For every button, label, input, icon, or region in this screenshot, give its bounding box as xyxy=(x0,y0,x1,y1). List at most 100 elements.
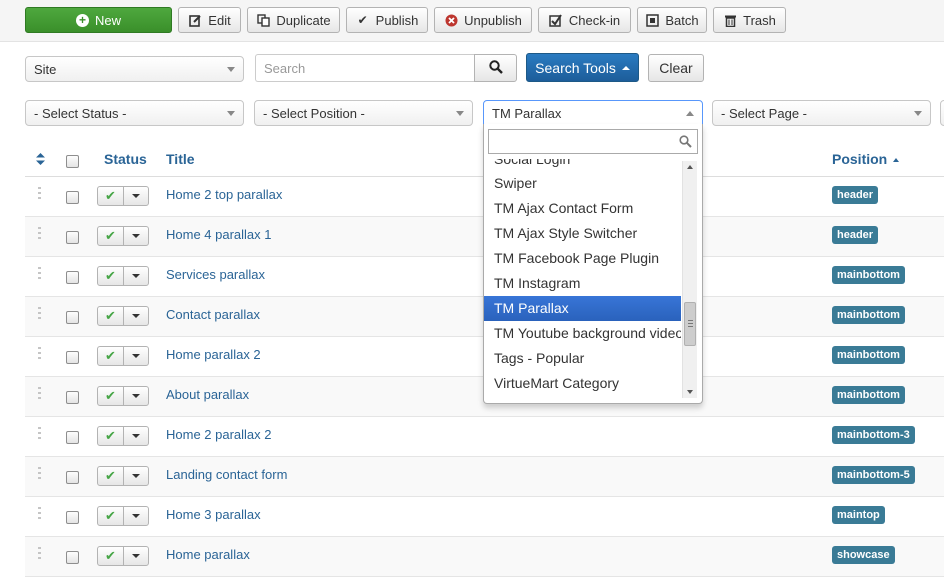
row-checkbox[interactable] xyxy=(66,191,79,204)
row-title-link[interactable]: Services parallax xyxy=(166,267,265,282)
drag-handle-icon[interactable] xyxy=(38,547,41,559)
select-all-checkbox[interactable] xyxy=(66,155,79,168)
new-button[interactable]: + New xyxy=(25,7,172,33)
status-select[interactable]: - Select Status - xyxy=(25,100,244,126)
status-dropdown-button[interactable] xyxy=(124,307,148,325)
published-check-icon[interactable]: ✔ xyxy=(98,187,124,205)
plus-icon: + xyxy=(75,13,89,27)
drag-handle-icon[interactable] xyxy=(38,507,41,519)
batch-icon xyxy=(645,13,659,27)
status-select-value: - Select Status - xyxy=(34,105,127,121)
drag-handle-icon[interactable] xyxy=(38,347,41,359)
clear-button[interactable]: Clear xyxy=(648,54,704,82)
status-dropdown-button[interactable] xyxy=(124,347,148,365)
row-checkbox[interactable] xyxy=(66,551,79,564)
dropdown-option[interactable]: Tags - Popular xyxy=(484,346,681,371)
dropdown-option[interactable]: VirtueMart Category xyxy=(484,371,681,396)
status-dropdown-button[interactable] xyxy=(124,227,148,245)
published-check-icon[interactable]: ✔ xyxy=(98,547,124,565)
scroll-down-icon[interactable] xyxy=(687,390,693,394)
row-title-link[interactable]: Home 2 parallax 2 xyxy=(166,427,272,442)
search-input[interactable]: Search xyxy=(255,54,475,82)
published-check-icon[interactable]: ✔ xyxy=(98,307,124,325)
status-toggle: ✔ xyxy=(97,226,149,246)
trash-button-label: Trash xyxy=(743,12,776,28)
published-check-icon[interactable]: ✔ xyxy=(98,507,124,525)
row-title-link[interactable]: Landing contact form xyxy=(166,467,287,482)
dropdown-option[interactable]: Social Login xyxy=(484,159,681,171)
row-checkbox[interactable] xyxy=(66,311,79,324)
row-title-link[interactable]: Home 3 parallax xyxy=(166,507,261,522)
scrollbar-thumb[interactable] xyxy=(684,302,696,346)
page-select-value: - Select Page - xyxy=(721,105,807,121)
dropdown-search-input[interactable] xyxy=(488,129,698,154)
published-check-icon[interactable]: ✔ xyxy=(98,267,124,285)
edit-button[interactable]: Edit xyxy=(178,7,241,33)
status-toggle: ✔ xyxy=(97,466,149,486)
status-dropdown-button[interactable] xyxy=(124,427,148,445)
drag-handle-icon[interactable] xyxy=(38,387,41,399)
dropdown-option[interactable]: TM Youtube background video xyxy=(484,321,681,346)
dropdown-option[interactable]: Swiper xyxy=(484,171,681,196)
sort-order-icon[interactable] xyxy=(36,152,45,168)
toolbar: + New Edit Duplicate ✔ Publish Unpublish… xyxy=(0,0,944,42)
extra-select[interactable] xyxy=(940,100,944,126)
dropdown-scrollbar[interactable] xyxy=(682,161,697,398)
dropdown-option[interactable]: TM Ajax Style Switcher xyxy=(484,221,681,246)
row-title-link[interactable]: Home 4 parallax 1 xyxy=(166,227,272,242)
dropdown-option[interactable]: TM Facebook Page Plugin xyxy=(484,246,681,271)
row-checkbox[interactable] xyxy=(66,231,79,244)
drag-handle-icon[interactable] xyxy=(38,467,41,479)
chevron-down-icon xyxy=(456,111,464,116)
drag-handle-icon[interactable] xyxy=(38,227,41,239)
drag-handle-icon[interactable] xyxy=(38,267,41,279)
checkin-button[interactable]: Check-in xyxy=(538,7,631,33)
status-column-header[interactable]: Status xyxy=(104,151,147,167)
row-checkbox[interactable] xyxy=(66,351,79,364)
batch-button[interactable]: Batch xyxy=(637,7,707,33)
published-check-icon[interactable]: ✔ xyxy=(98,427,124,445)
row-title-link[interactable]: Home 2 top parallax xyxy=(166,187,282,202)
row-checkbox[interactable] xyxy=(66,471,79,484)
status-dropdown-button[interactable] xyxy=(124,507,148,525)
drag-handle-icon[interactable] xyxy=(38,187,41,199)
status-dropdown-button[interactable] xyxy=(124,187,148,205)
publish-button[interactable]: ✔ Publish xyxy=(346,7,428,33)
search-placeholder: Search xyxy=(264,60,306,76)
published-check-icon[interactable]: ✔ xyxy=(98,387,124,405)
dropdown-option-selected[interactable]: TM Parallax xyxy=(484,296,681,321)
dropdown-option[interactable]: TM Ajax Contact Form xyxy=(484,196,681,221)
duplicate-button[interactable]: Duplicate xyxy=(247,7,340,33)
published-check-icon[interactable]: ✔ xyxy=(98,227,124,245)
position-column-header[interactable]: Position xyxy=(832,151,900,167)
scroll-up-icon[interactable] xyxy=(687,165,693,169)
position-select[interactable]: - Select Position - xyxy=(254,100,473,126)
publish-button-label: Publish xyxy=(375,12,419,28)
status-dropdown-button[interactable] xyxy=(124,467,148,485)
published-check-icon[interactable]: ✔ xyxy=(98,467,124,485)
trash-button[interactable]: Trash xyxy=(713,7,786,33)
row-checkbox[interactable] xyxy=(66,431,79,444)
row-checkbox[interactable] xyxy=(66,271,79,284)
module-select[interactable]: TM Parallax xyxy=(483,100,703,126)
dropdown-option[interactable]: TM Instagram xyxy=(484,271,681,296)
status-dropdown-button[interactable] xyxy=(124,387,148,405)
unpublish-button[interactable]: Unpublish xyxy=(434,7,532,33)
row-checkbox[interactable] xyxy=(66,511,79,524)
client-select[interactable]: Site xyxy=(25,56,244,82)
search-button[interactable] xyxy=(474,54,517,82)
row-title-link[interactable]: About parallax xyxy=(166,387,249,402)
published-check-icon[interactable]: ✔ xyxy=(98,347,124,365)
status-dropdown-button[interactable] xyxy=(124,267,148,285)
status-dropdown-button[interactable] xyxy=(124,547,148,565)
row-checkbox[interactable] xyxy=(66,391,79,404)
drag-handle-icon[interactable] xyxy=(38,427,41,439)
title-column-header[interactable]: Title xyxy=(166,151,195,167)
row-title-link[interactable]: Contact parallax xyxy=(166,307,260,322)
search-tools-button[interactable]: Search Tools xyxy=(526,53,639,82)
page-select[interactable]: - Select Page - xyxy=(712,100,931,126)
client-select-value: Site xyxy=(34,61,57,77)
drag-handle-icon[interactable] xyxy=(38,307,41,319)
row-title-link[interactable]: Home parallax 2 xyxy=(166,347,261,362)
row-title-link[interactable]: Home parallax xyxy=(166,547,250,562)
